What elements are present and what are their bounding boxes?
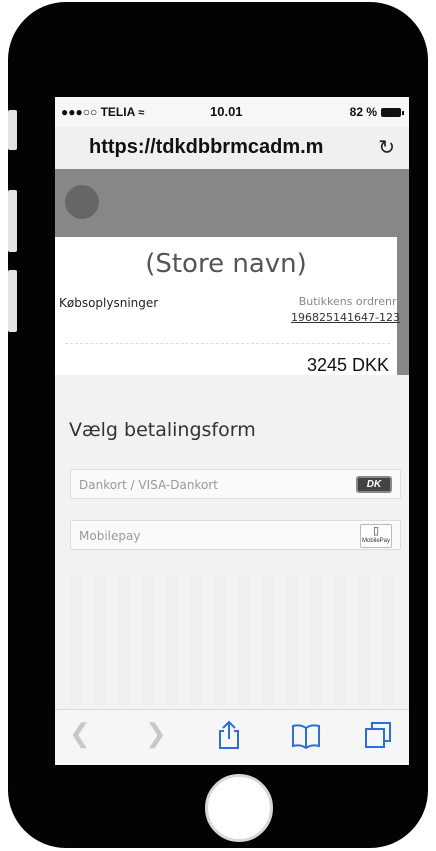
card-divider xyxy=(65,343,390,344)
logo-placeholder-circle xyxy=(65,185,99,219)
carrier: ●●●○○ TELIA xyxy=(61,105,136,119)
phone-frame: ●●●○○ TELIA ≈ 10.01 82 % https://tdkdbbrm… xyxy=(8,2,428,848)
battery-icon xyxy=(381,108,404,117)
battery-percent: 82 % xyxy=(349,105,377,119)
status-bar: ●●●○○ TELIA ≈ 10.01 82 % xyxy=(55,97,409,127)
browser-toolbar: ❮ ❯ xyxy=(55,709,409,765)
share-icon[interactable] xyxy=(217,720,241,750)
back-icon[interactable]: ❮ xyxy=(69,718,91,749)
reload-icon[interactable]: ↻ xyxy=(378,135,395,160)
faded-content-area xyxy=(70,575,401,705)
mobilepay-icon: ▯ MobilePay xyxy=(360,524,392,548)
address-bar[interactable]: https://tdkdbbrmcadm.m ↻ xyxy=(55,127,409,170)
bookmarks-icon[interactable] xyxy=(291,722,321,750)
volume-up-button xyxy=(8,190,17,252)
payment-option-mobilepay[interactable]: Mobilepay ▯ MobilePay xyxy=(70,520,401,550)
mute-switch xyxy=(8,110,17,150)
order-number-link[interactable]: 196825141647-123 xyxy=(291,311,400,324)
page-header-bar xyxy=(55,169,409,237)
wifi-icon: ≈ xyxy=(138,107,145,119)
order-amount: 3245 DKK xyxy=(306,355,389,375)
phone-screen: ●●●○○ TELIA ≈ 10.01 82 % https://tdkdbbrm… xyxy=(55,97,409,765)
store-name: (Store navn) xyxy=(145,249,307,279)
home-button[interactable] xyxy=(205,774,273,842)
volume-down-button xyxy=(8,270,17,332)
payment-section-title: Vælg betalingsform xyxy=(69,419,256,441)
payment-option-dankort[interactable]: Dankort / VISA-Dankort DK xyxy=(70,469,401,499)
order-summary-card: (Store navn) Købsoplysninger Butikkens o… xyxy=(55,237,400,375)
payment-option-label: Dankort / VISA-Dankort xyxy=(79,478,218,492)
battery-group: 82 % xyxy=(349,105,404,119)
clock: 10.01 xyxy=(210,104,243,119)
purchase-info-label: Købsoplysninger xyxy=(59,296,159,310)
payment-option-label: Mobilepay xyxy=(79,529,141,543)
carrier-group: ●●●○○ TELIA ≈ xyxy=(61,105,144,119)
dankort-icon: DK xyxy=(356,476,392,493)
tabs-icon[interactable] xyxy=(363,720,393,750)
forward-icon[interactable]: ❯ xyxy=(145,718,167,749)
mobilepay-icon-text: MobilePay xyxy=(361,538,390,544)
url-text[interactable]: https://tdkdbbrmcadm.m xyxy=(89,136,379,159)
mobilepay-glyph: ▯ xyxy=(372,525,380,537)
order-number-label: Butikkens ordrenr: xyxy=(298,295,400,308)
